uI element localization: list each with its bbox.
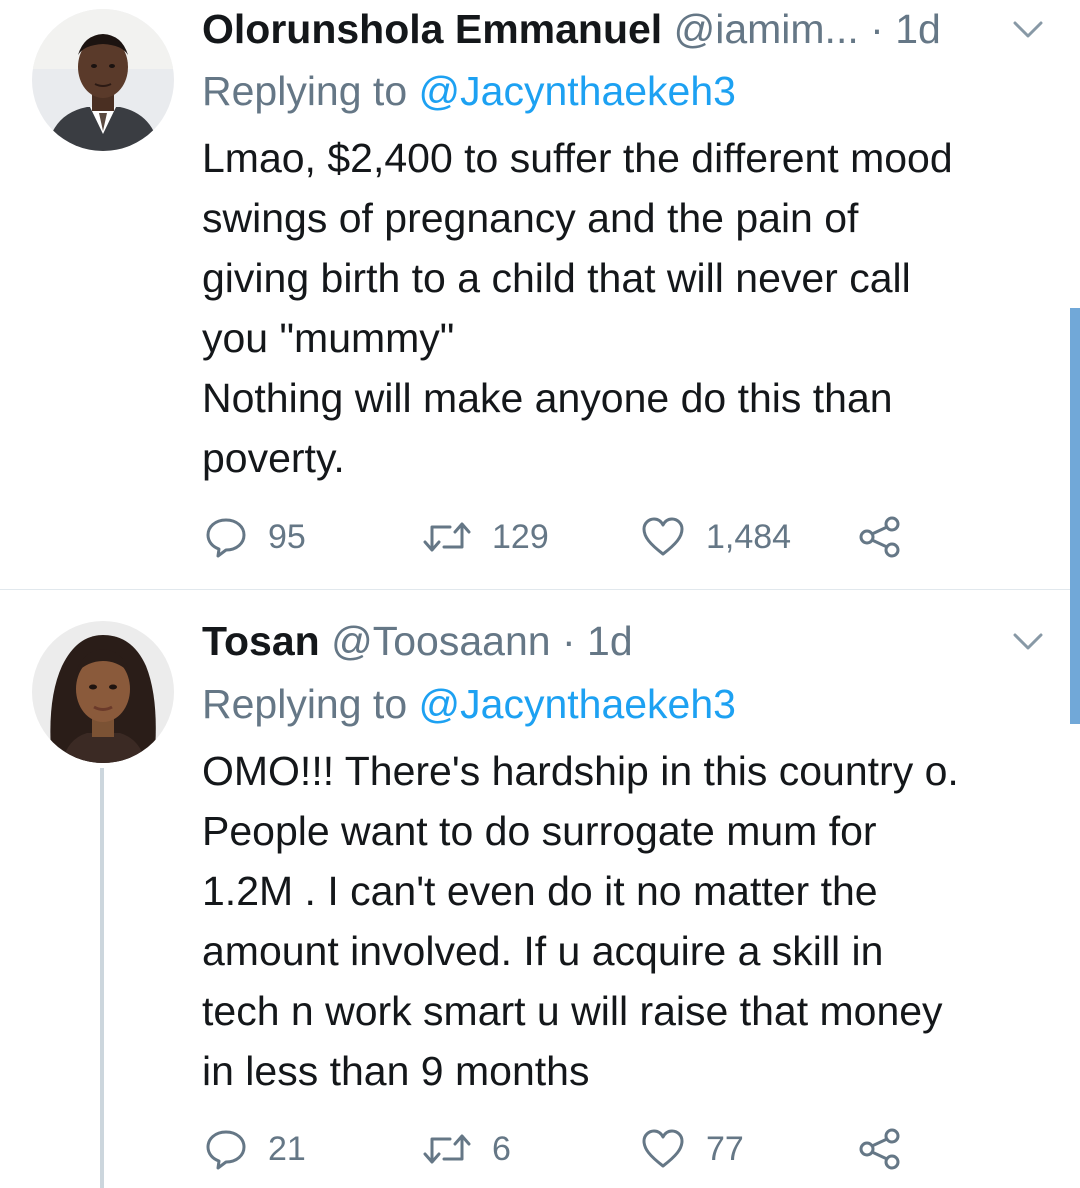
replying-to-label: Replying to xyxy=(202,68,408,114)
tweet-text: OMO!!! There's hardship in this country … xyxy=(202,741,1062,1101)
share-button[interactable] xyxy=(858,1124,902,1174)
timestamp[interactable]: 1d xyxy=(895,6,941,52)
reply-icon xyxy=(206,1130,246,1170)
tweet-text-line: Lmao, $2,400 to suffer the different moo… xyxy=(202,135,953,181)
tweet-text-line: you "mummy" xyxy=(202,315,455,361)
tweet[interactable]: Olorunshola Emmanuel @iamim... · 1d Repl… xyxy=(0,0,1080,589)
share-button[interactable] xyxy=(858,512,902,562)
retweet-count: 6 xyxy=(492,1129,511,1168)
tweet-header: Olorunshola Emmanuel @iamim... · 1d xyxy=(202,4,1020,54)
like-button[interactable]: 77 xyxy=(640,1124,744,1174)
display-name[interactable]: Tosan xyxy=(202,618,320,664)
tweet-text-line: swings of pregnancy and the pain of xyxy=(202,195,859,241)
heart-icon xyxy=(642,1129,684,1168)
tweet-text-line: OMO!!! There's hardship in this country … xyxy=(202,748,959,794)
reply-icon xyxy=(206,518,246,558)
retweet-count: 129 xyxy=(492,517,549,556)
replying-to-handle[interactable]: @Jacynthaekeh3 xyxy=(419,68,736,114)
display-name[interactable]: Olorunshola Emmanuel xyxy=(202,6,662,52)
retweet-icon xyxy=(423,1134,471,1164)
like-count: 77 xyxy=(706,1129,744,1168)
replying-to: Replying to @Jacynthaekeh3 xyxy=(202,677,736,731)
scrollbar[interactable] xyxy=(1070,308,1080,724)
chevron-down-icon[interactable] xyxy=(1012,20,1044,40)
reply-count: 21 xyxy=(268,1129,306,1168)
tweet-actions: 95 129 1,484 xyxy=(204,512,924,562)
tweet-text-line: tech n work smart u will raise that mone… xyxy=(202,988,943,1034)
tweet-text-line: giving birth to a child that will never … xyxy=(202,255,911,301)
tweet[interactable]: Tosan @Toosaann · 1d Replying to @Jacynt… xyxy=(0,590,1080,1188)
avatar[interactable] xyxy=(32,9,174,151)
replying-to-label: Replying to xyxy=(202,681,408,727)
heart-icon xyxy=(642,517,684,556)
replying-to-handle[interactable]: @Jacynthaekeh3 xyxy=(419,681,736,727)
timestamp[interactable]: 1d xyxy=(587,618,633,664)
share-icon xyxy=(859,516,900,558)
reply-button[interactable]: 95 xyxy=(204,512,306,562)
tweet-text-line: poverty. xyxy=(202,435,345,481)
tweet-text-line: in less than 9 months xyxy=(202,1048,590,1094)
reply-count: 95 xyxy=(268,517,306,556)
tweet-text-line: 1.2M . I can't even do it no matter the xyxy=(202,868,878,914)
reply-button[interactable]: 21 xyxy=(204,1124,306,1174)
username[interactable]: @Toosaann xyxy=(331,618,550,664)
like-count: 1,484 xyxy=(706,517,792,556)
tweet-text-line: Nothing will make anyone do this than xyxy=(202,375,893,421)
chevron-down-icon[interactable] xyxy=(1012,632,1044,652)
retweet-button[interactable]: 129 xyxy=(422,512,549,562)
tweet-actions: 21 6 77 xyxy=(204,1124,924,1174)
share-icon xyxy=(859,1128,900,1170)
retweet-icon xyxy=(423,522,471,552)
like-button[interactable]: 1,484 xyxy=(640,512,791,562)
tweet-text: Lmao, $2,400 to suffer the different moo… xyxy=(202,128,1062,488)
separator-dot: · xyxy=(561,618,576,664)
thread-line xyxy=(100,768,104,1188)
username[interactable]: @iamim... xyxy=(674,6,859,52)
tweet-header: Tosan @Toosaann · 1d xyxy=(202,616,1020,666)
replying-to: Replying to @Jacynthaekeh3 xyxy=(202,64,736,118)
separator-dot: · xyxy=(870,6,884,52)
avatar[interactable] xyxy=(32,621,174,763)
tweet-text-line: amount involved. If u acquire a skill in xyxy=(202,928,884,974)
tweet-text-line: People want to do surrogate mum for xyxy=(202,808,877,854)
retweet-button[interactable]: 6 xyxy=(422,1124,511,1174)
